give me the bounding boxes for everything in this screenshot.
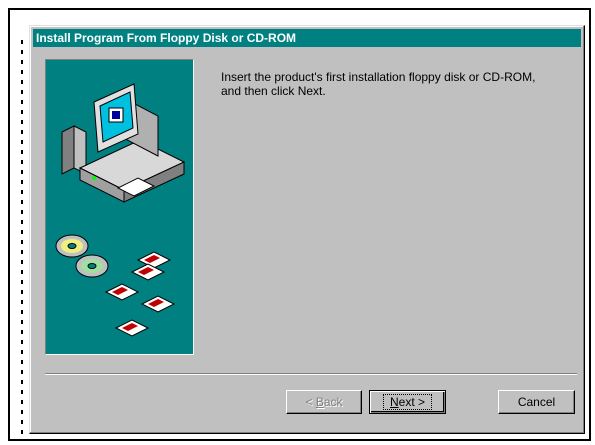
dialog-title: Install Program From Floppy Disk or CD-R…	[36, 31, 297, 45]
dialog-title-bar[interactable]: Install Program From Floppy Disk or CD-R…	[33, 29, 581, 47]
computer-icon	[61, 83, 186, 203]
instruction-line-1: Insert the product's first installation …	[221, 70, 536, 84]
back-button[interactable]: < Back	[286, 390, 362, 414]
floppy-disk-icon	[104, 251, 176, 337]
next-button[interactable]: Next >	[369, 390, 446, 414]
next-button-focus-ring: Next >	[382, 394, 433, 410]
background-dotted-line	[21, 40, 23, 435]
next-button-label: ext	[398, 395, 415, 409]
cancel-button[interactable]: Cancel	[498, 390, 575, 414]
button-separator	[45, 373, 577, 375]
install-program-dialog: Install Program From Floppy Disk or CD-R…	[29, 25, 585, 434]
back-button-prefix: <	[305, 395, 316, 409]
installation-illustration	[55, 83, 186, 337]
back-button-accel: B	[315, 395, 324, 409]
installation-illustration-panel	[45, 59, 194, 355]
instruction-line-2: and then click Next.	[221, 84, 326, 98]
back-button-label: ack	[323, 395, 343, 409]
instruction-text: Insert the product's first installation …	[221, 70, 577, 98]
cd-rom-disc-icon	[55, 234, 109, 278]
next-button-accel: N	[389, 395, 399, 409]
next-button-suffix: >	[414, 395, 426, 409]
